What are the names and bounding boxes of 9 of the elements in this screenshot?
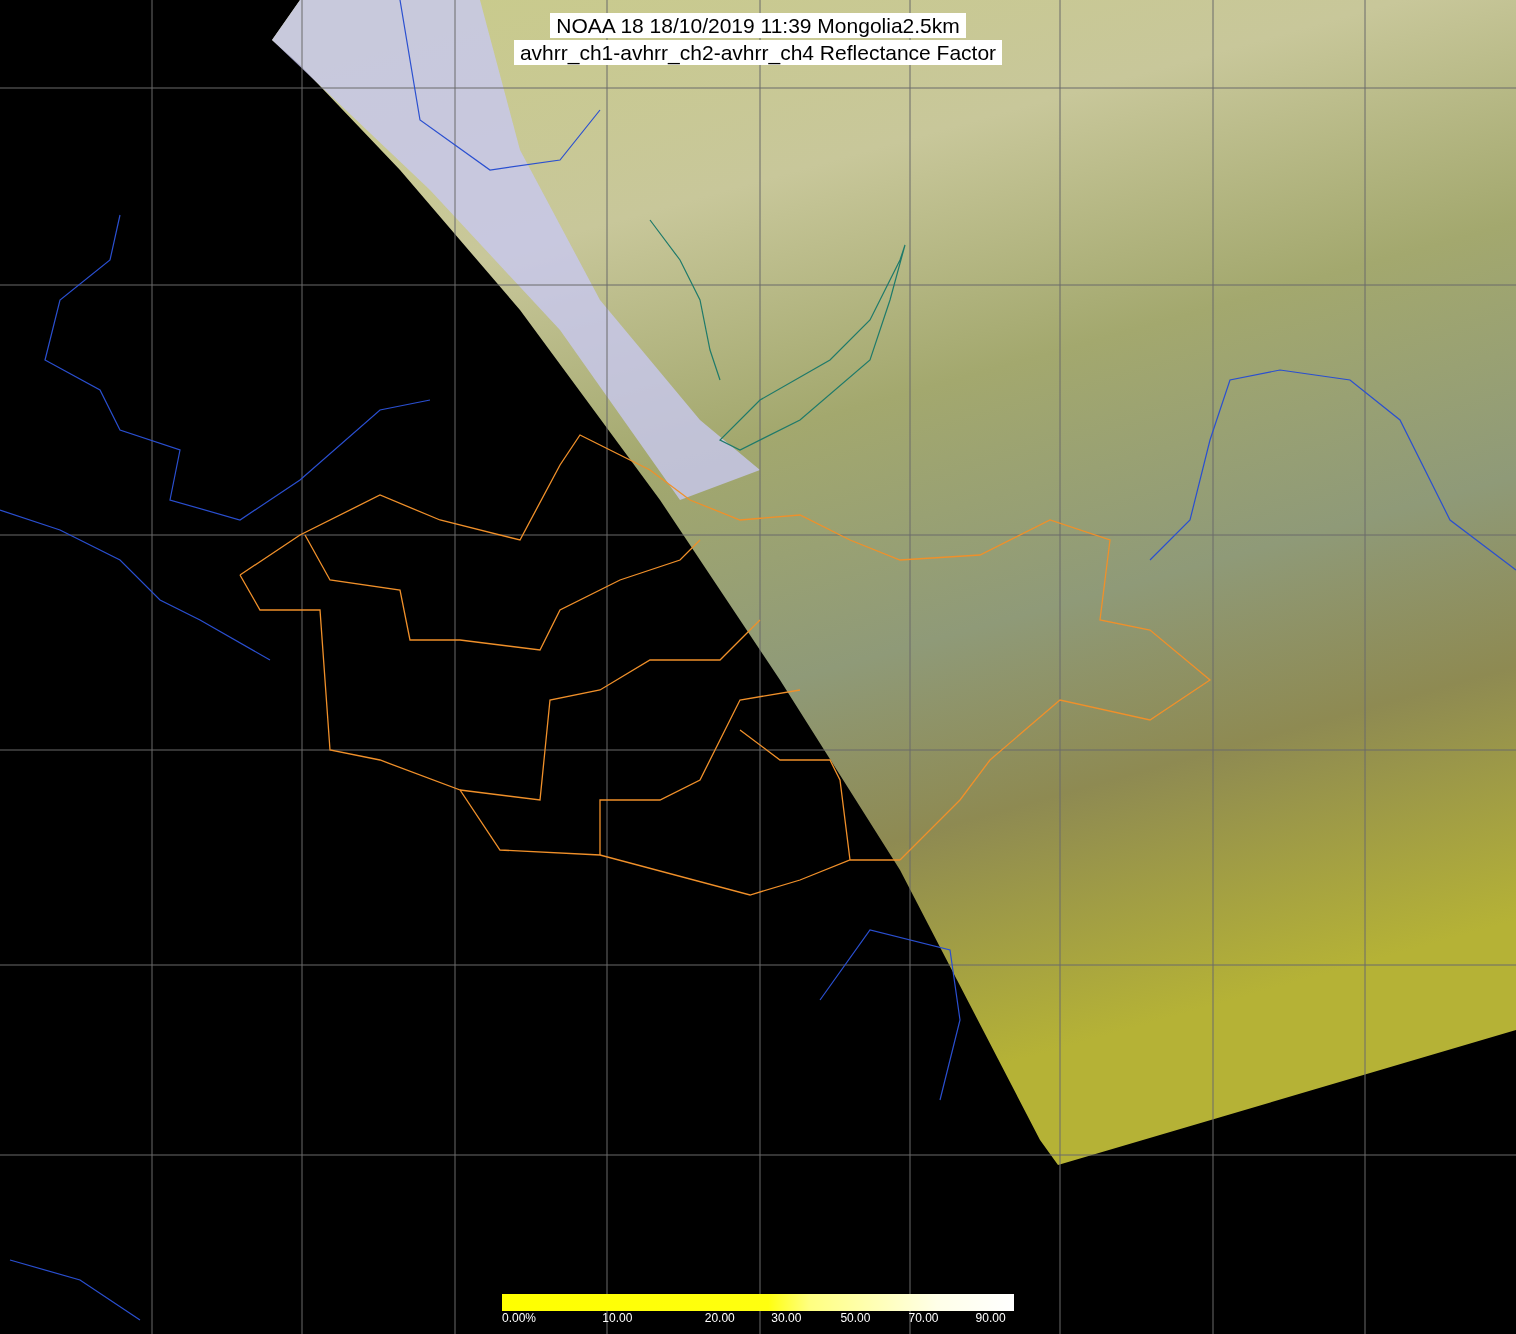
title-text: avhrr_ch1-avhrr_ch2-avhrr_ch4 Reflectance Factor [513,40,1003,65]
title-text: NOAA 18 18/10/2019 11:39 Mongolia2.5km [550,13,966,38]
colorbar-label: 30.00 [771,1311,802,1325]
colorbar-label: 50.00 [840,1311,871,1325]
colorbar-label: 90.00 [975,1311,1006,1325]
colorbar-label: 70.00 [908,1311,939,1325]
colorbar-label: 0.00% [502,1311,537,1325]
colorbar-label: 10.00 [602,1311,633,1325]
colorbar-label: 20.00 [704,1311,735,1325]
